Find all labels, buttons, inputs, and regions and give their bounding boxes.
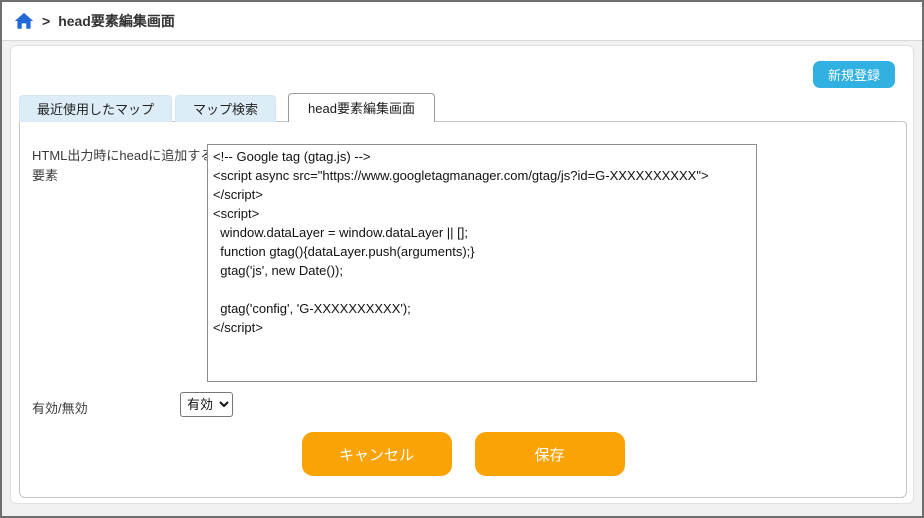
- breadcrumb-separator: >: [42, 13, 51, 29]
- action-row: キャンセル 保存: [20, 432, 906, 476]
- new-registration-button[interactable]: 新規登録: [812, 61, 895, 88]
- tab-head-edit[interactable]: head要素編集画面: [288, 93, 435, 122]
- main-panel: 新規登録 最近使用したマップ マップ検索 head要素編集画面 HTML出力時に…: [10, 45, 914, 504]
- page-title: head要素編集画面: [58, 13, 175, 29]
- status-select[interactable]: 有効: [180, 392, 233, 417]
- head-elements-textarea[interactable]: <!-- Google tag (gtag.js) --> <script as…: [207, 144, 757, 382]
- tab-bar: 最近使用したマップ マップ検索 head要素編集画面: [19, 93, 435, 122]
- tab-content-panel: HTML出力時にheadに追加する要素 <!-- Google tag (gta…: [19, 121, 907, 498]
- head-elements-label: HTML出力時にheadに追加する要素: [32, 148, 214, 183]
- breadcrumb: > head要素編集画面: [2, 2, 922, 41]
- tab-recent-maps[interactable]: 最近使用したマップ: [19, 95, 173, 122]
- screen: > head要素編集画面 新規登録 最近使用したマップ マップ検索 head要素…: [0, 0, 924, 518]
- status-label: 有効/無効: [32, 401, 88, 416]
- cancel-button[interactable]: キャンセル: [301, 432, 452, 476]
- home-icon[interactable]: [14, 11, 34, 31]
- save-button[interactable]: 保存: [474, 432, 625, 476]
- tab-map-search[interactable]: マップ検索: [175, 95, 277, 122]
